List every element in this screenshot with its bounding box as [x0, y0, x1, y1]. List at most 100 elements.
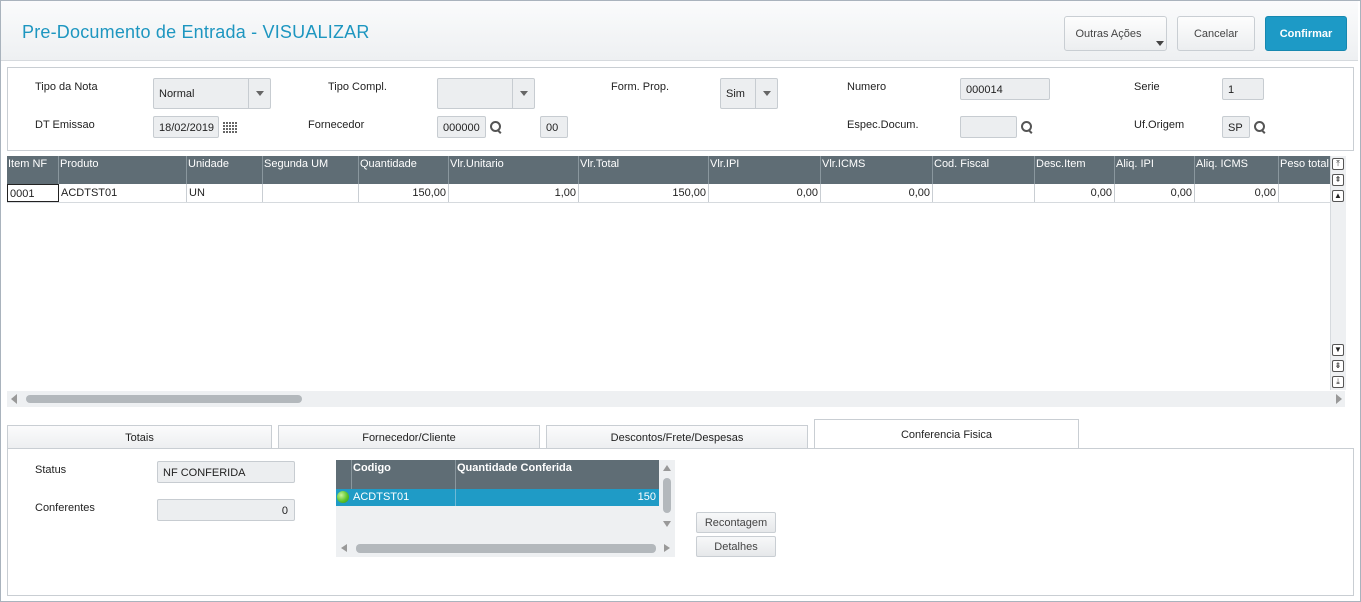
table-cell[interactable]: [933, 184, 1035, 202]
serie-field[interactable]: 1: [1222, 78, 1264, 100]
vertical-scroll-thumb[interactable]: [663, 478, 671, 513]
tipo-compl-dropdown-button[interactable]: [512, 79, 534, 108]
column-header[interactable]: Vlr.IPI: [709, 156, 821, 184]
scroll-right-icon[interactable]: [664, 544, 670, 552]
tab-conferencia-fisica[interactable]: Conferencia Fisica: [814, 419, 1079, 450]
horizontal-scroll-thumb[interactable]: [26, 395, 302, 403]
form-prop-select[interactable]: Sim: [720, 78, 778, 109]
recontagem-button[interactable]: Recontagem: [696, 512, 776, 533]
tipo-compl-select[interactable]: [437, 78, 535, 109]
column-header[interactable]: Vlr.Unitario: [449, 156, 579, 184]
tipo-nota-dropdown-button[interactable]: [248, 79, 270, 108]
items-grid-horizontal-scrollbar[interactable]: [7, 391, 1345, 407]
scroll-bottom-icon[interactable]: ⤓: [1332, 376, 1344, 388]
dt-emissao-label: DT Emissao: [35, 119, 95, 131]
table-cell[interactable]: 0,00: [821, 184, 933, 202]
table-cell[interactable]: 150,00: [359, 184, 449, 202]
table-cell[interactable]: [1279, 184, 1330, 202]
items-grid-header: Item NF Produto Unidade Segunda UM Quant…: [7, 156, 1330, 184]
table-cell[interactable]: 150: [457, 491, 656, 503]
column-header[interactable]: Quantidade Conferida: [457, 462, 657, 474]
column-header[interactable]: Desc.Item: [1035, 156, 1115, 184]
tab-descontos-frete-despesas[interactable]: Descontos/Frete/Despesas: [546, 425, 808, 449]
column-header[interactable]: Aliq. IPI: [1115, 156, 1195, 184]
scroll-top-icon[interactable]: ⤒: [1332, 158, 1344, 170]
column-header[interactable]: Quantidade: [359, 156, 449, 184]
status-column-header: [336, 460, 352, 489]
scroll-down-icon[interactable]: ▼: [1332, 344, 1344, 356]
table-row[interactable]: ACDTST01 150: [336, 489, 659, 506]
uf-origem-field[interactable]: SP: [1222, 116, 1250, 138]
chevron-down-icon: [763, 91, 771, 96]
table-cell[interactable]: 1,00: [449, 184, 579, 202]
fornecedor-search-icon[interactable]: [489, 120, 503, 134]
scroll-page-up-icon[interactable]: ⇞: [1332, 174, 1344, 186]
scroll-up-icon[interactable]: [663, 465, 671, 471]
table-cell[interactable]: 0,00: [1195, 184, 1279, 202]
table-cell[interactable]: [263, 184, 359, 202]
conferencia-grid-vertical-scrollbar[interactable]: [659, 460, 675, 540]
chevron-down-icon: [256, 91, 264, 96]
uf-origem-label: Uf.Origem: [1134, 119, 1185, 131]
table-row[interactable]: 0001 ACDTST01 UN 150,00 1,00 150,00 0,00…: [7, 184, 1330, 203]
column-header[interactable]: Unidade: [187, 156, 263, 184]
other-actions-button[interactable]: Outras Ações: [1064, 16, 1167, 51]
page-title: Pre-Documento de Entrada - VISUALIZAR: [22, 22, 370, 42]
tipo-nota-select[interactable]: Normal: [153, 78, 271, 109]
green-circle-icon: [337, 491, 349, 503]
items-grid[interactable]: Item NF Produto Unidade Segunda UM Quant…: [7, 156, 1345, 390]
table-cell[interactable]: 0001: [7, 184, 59, 202]
detalhes-button[interactable]: Detalhes: [696, 536, 776, 557]
scroll-page-down-icon[interactable]: ⇟: [1332, 360, 1344, 372]
scroll-left-icon[interactable]: [11, 394, 17, 404]
table-cell[interactable]: 0,00: [1115, 184, 1195, 202]
tipo-nota-label: Tipo da Nota: [35, 81, 98, 93]
form-prop-value: Sim: [726, 88, 745, 100]
tipo-compl-label: Tipo Compl.: [328, 81, 387, 93]
table-cell[interactable]: ACDTST01: [353, 491, 453, 503]
uf-origem-search-icon[interactable]: [1253, 120, 1267, 134]
conferencia-grid-header: Codigo Quantidade Conferida: [336, 460, 659, 489]
espec-docum-search-icon[interactable]: [1020, 120, 1034, 134]
tab-totais[interactable]: Totais: [7, 425, 272, 449]
tab-strip-line: [1079, 448, 1353, 449]
confirm-button[interactable]: Confirmar: [1265, 16, 1347, 51]
numero-field[interactable]: 000014: [960, 78, 1050, 100]
form-prop-dropdown-button[interactable]: [755, 79, 777, 108]
horizontal-scroll-thumb[interactable]: [356, 544, 656, 553]
status-field[interactable]: NF CONFERIDA: [157, 461, 295, 483]
conferencia-grid-horizontal-scrollbar[interactable]: [336, 540, 675, 557]
conferentes-field[interactable]: 0: [157, 499, 295, 521]
scroll-up-icon[interactable]: ▲: [1332, 190, 1344, 202]
items-grid-vertical-scrollbar[interactable]: ⤒ ⇞ ▲ ▼ ⇟ ⤓: [1330, 156, 1346, 390]
table-cell[interactable]: ACDTST01: [59, 184, 187, 202]
column-header[interactable]: Item NF: [7, 156, 59, 184]
conferentes-label: Conferentes: [35, 502, 95, 514]
espec-docum-label: Espec.Docum.: [847, 119, 919, 131]
column-header[interactable]: Cod. Fiscal: [933, 156, 1035, 184]
fornecedor-field[interactable]: 000000: [437, 116, 486, 138]
scroll-down-icon[interactable]: [663, 521, 671, 527]
column-header[interactable]: Produto: [59, 156, 187, 184]
scroll-right-icon[interactable]: [1336, 394, 1342, 404]
column-header[interactable]: Codigo: [353, 462, 453, 474]
column-header[interactable]: Vlr.Total: [579, 156, 709, 184]
column-header[interactable]: Segunda UM: [263, 156, 359, 184]
tipo-nota-value: Normal: [159, 88, 195, 100]
table-cell[interactable]: UN: [187, 184, 263, 202]
fornecedor-loja-field[interactable]: 00: [540, 116, 568, 138]
dt-emissao-field[interactable]: 18/02/2019: [153, 116, 219, 138]
column-header[interactable]: Peso total: [1279, 156, 1330, 184]
scroll-left-icon[interactable]: [341, 544, 347, 552]
chevron-down-icon: [520, 91, 528, 96]
table-cell[interactable]: 0,00: [709, 184, 821, 202]
cancel-button[interactable]: Cancelar: [1177, 16, 1255, 51]
tab-fornecedor-cliente[interactable]: Fornecedor/Cliente: [278, 425, 540, 449]
conferencia-grid[interactable]: Codigo Quantidade Conferida ACDTST01 150: [336, 460, 675, 557]
table-cell[interactable]: 150,00: [579, 184, 709, 202]
calendar-icon[interactable]: [222, 121, 237, 133]
column-header[interactable]: Vlr.ICMS: [821, 156, 933, 184]
table-cell[interactable]: 0,00: [1035, 184, 1115, 202]
column-header[interactable]: Aliq. ICMS: [1195, 156, 1279, 184]
espec-docum-field[interactable]: [960, 116, 1017, 138]
